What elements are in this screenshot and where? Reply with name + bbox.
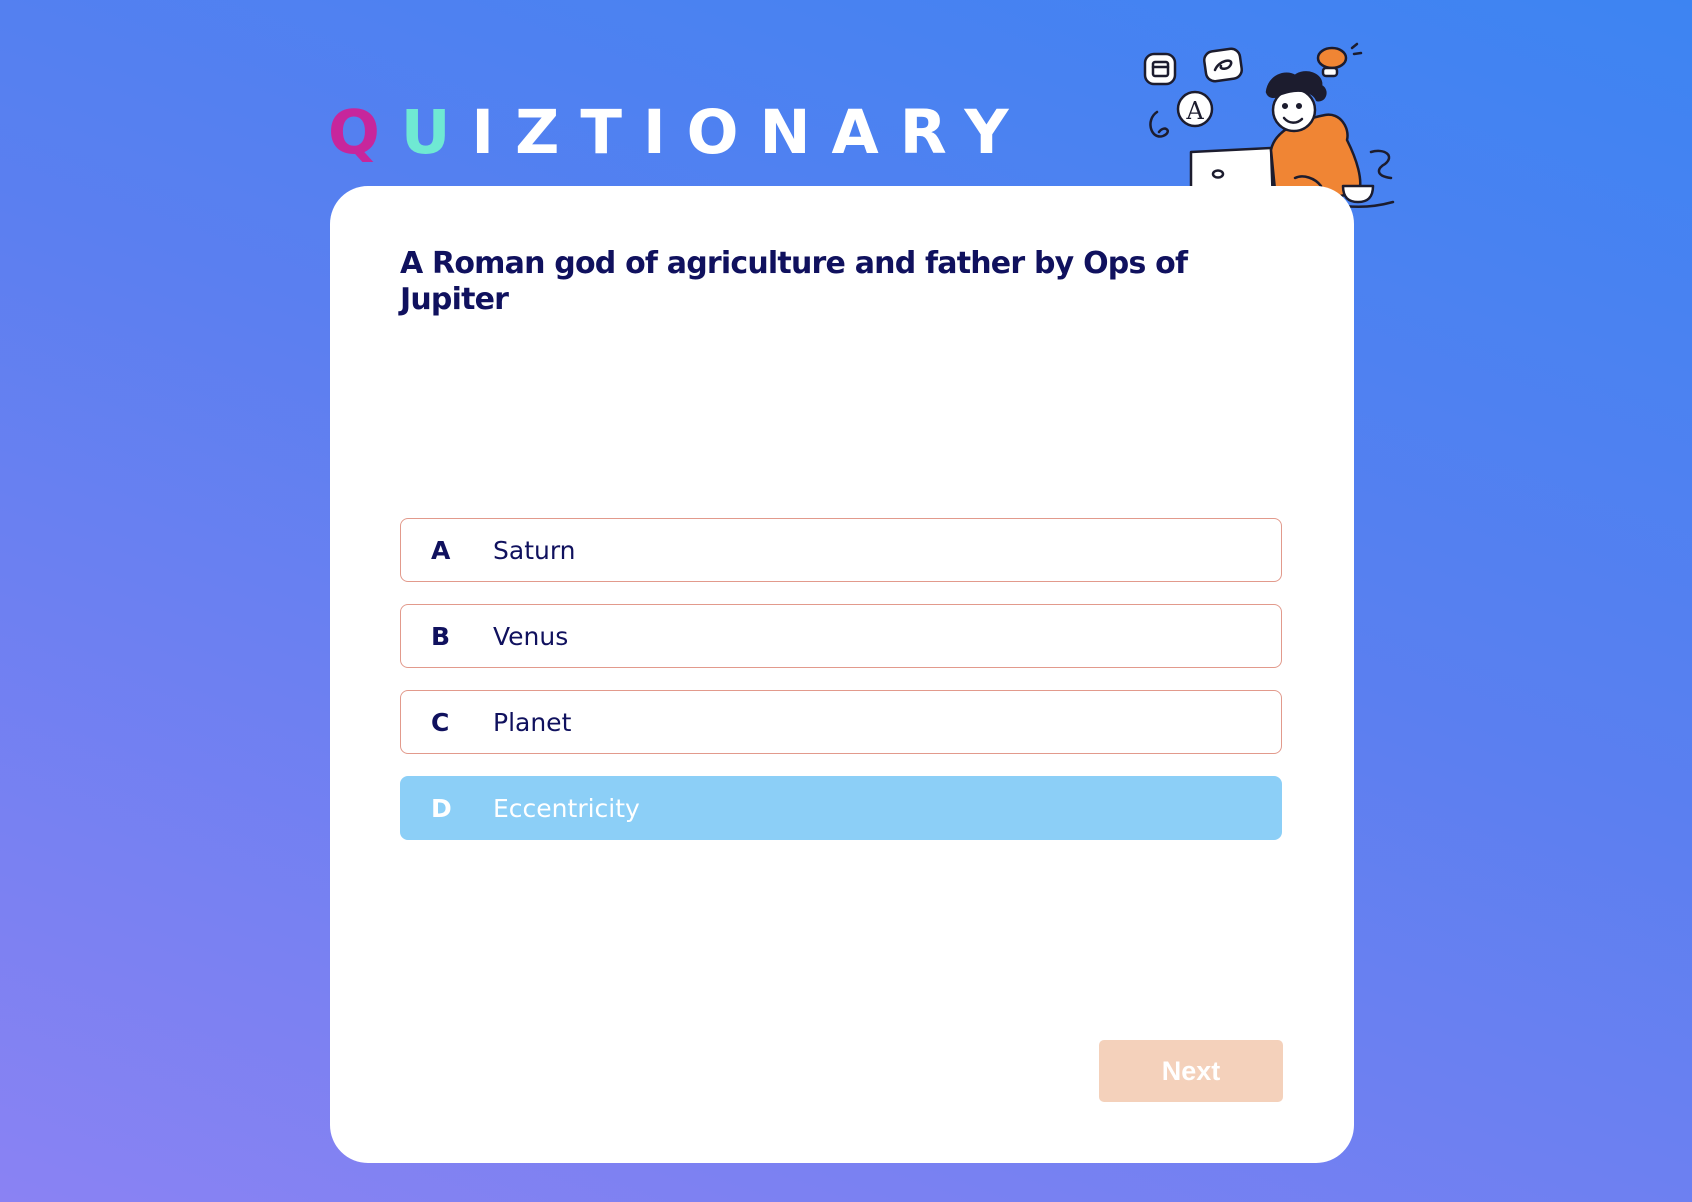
calendar-icon — [1143, 52, 1177, 86]
option-letter: C — [431, 707, 450, 737]
email-icon — [1203, 47, 1243, 83]
app-logo: Q U IZTIONARY — [328, 92, 1030, 172]
quiz-card: A Roman god of agriculture and father by… — [330, 186, 1354, 1163]
option-label: Venus — [493, 621, 569, 651]
logo-letter-q: Q — [328, 96, 401, 168]
question-text: A Roman god of agriculture and father by… — [400, 246, 1188, 317]
option-c[interactable]: C Planet — [400, 690, 1282, 754]
option-label: Saturn — [493, 535, 576, 565]
logo-wordmark-rest: IZTIONARY — [471, 96, 1030, 168]
option-letter: A — [431, 535, 451, 565]
option-label: Planet — [493, 707, 572, 737]
logo-letter-u: U — [400, 96, 472, 168]
letter-a-badge-label: A — [1185, 97, 1204, 125]
lightbulb-icon — [1316, 42, 1363, 78]
option-label: Eccentricity — [493, 793, 640, 823]
next-button[interactable]: Next — [1099, 1040, 1283, 1102]
option-d[interactable]: D Eccentricity — [400, 776, 1282, 840]
option-letter: B — [431, 621, 451, 651]
option-a[interactable]: A Saturn — [400, 518, 1282, 582]
option-letter: D — [431, 793, 452, 823]
option-b[interactable]: B Venus — [400, 604, 1282, 668]
